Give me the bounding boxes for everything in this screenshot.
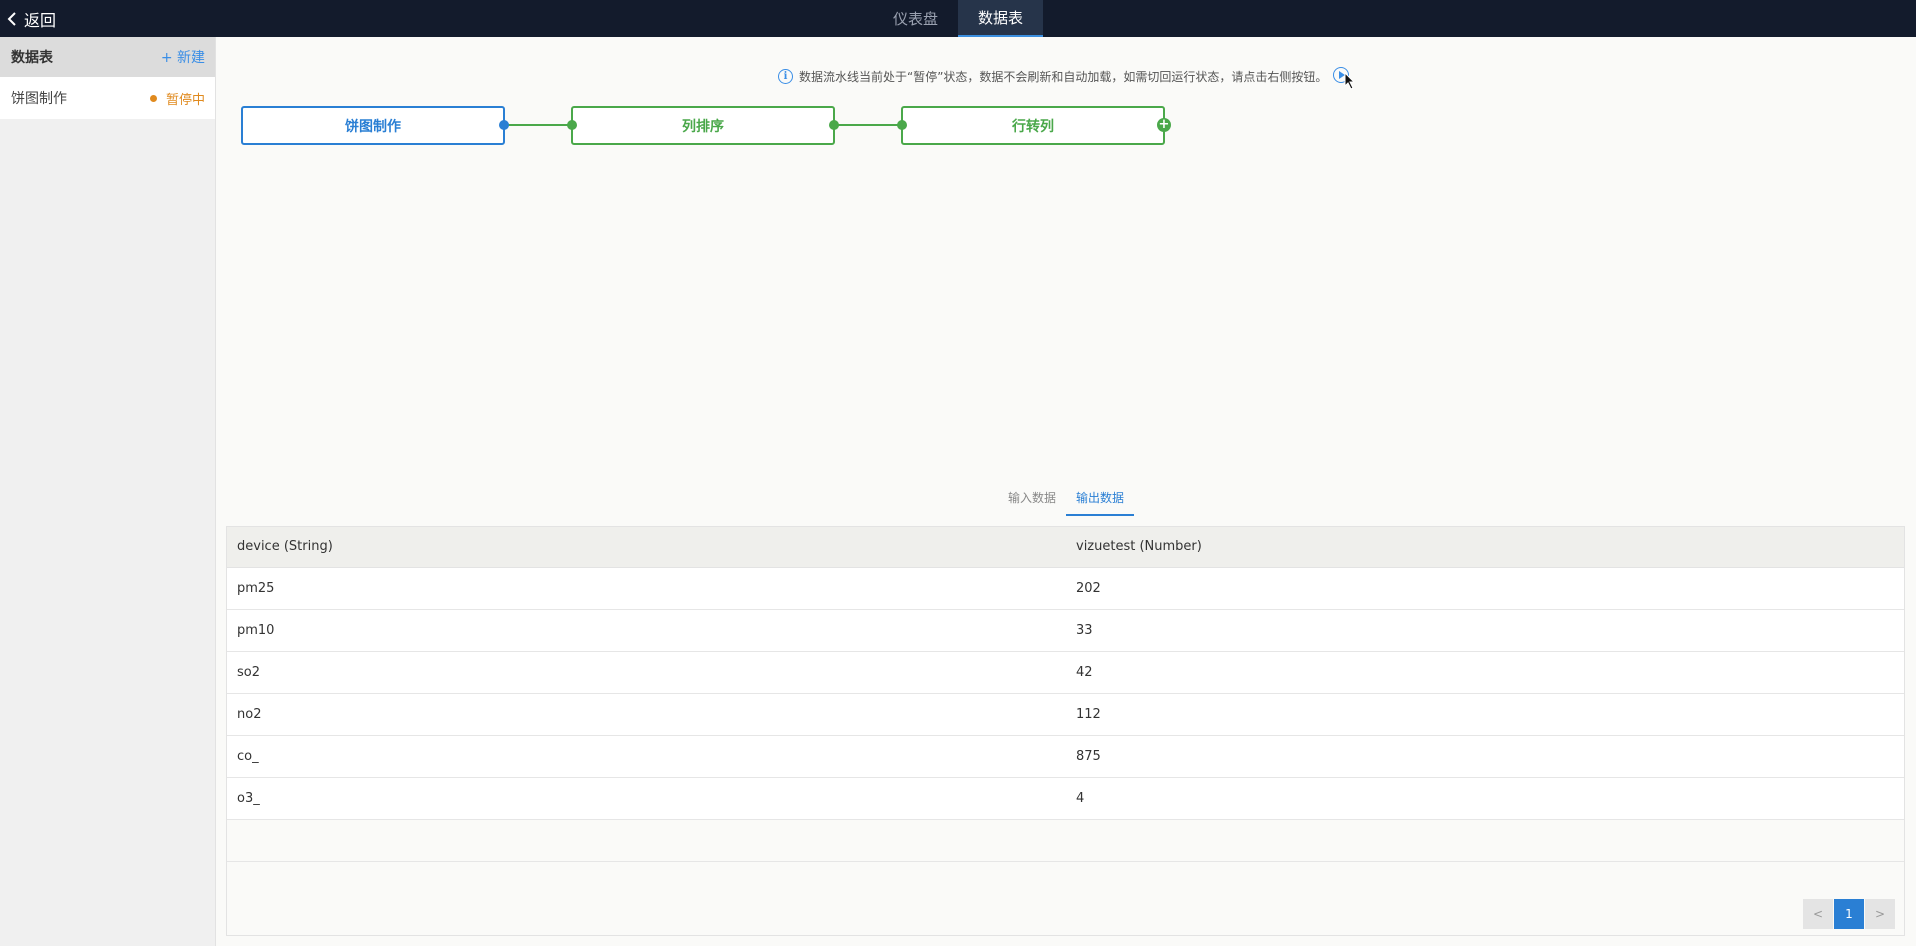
table-cell: 875 <box>1066 735 1904 778</box>
pipeline-node-column-sort[interactable]: 列排序 <box>571 106 835 145</box>
table-cell <box>227 819 1066 862</box>
next-page-button[interactable]: > <box>1865 899 1895 929</box>
table-cell: pm10 <box>227 609 1066 652</box>
new-datasheet-button[interactable]: + 新建 <box>161 47 205 67</box>
info-icon: i <box>778 68 793 84</box>
pipeline-port[interactable] <box>829 120 839 130</box>
table-cell: 202 <box>1066 567 1904 610</box>
top-tabs: 仪表盘 数据表 <box>873 0 1044 37</box>
tab-dashboard[interactable]: 仪表盘 <box>873 0 958 37</box>
mouse-cursor-icon <box>1344 72 1356 90</box>
sidebar: 数据表 + 新建 饼图制作 暂停中 <box>0 37 216 946</box>
pipeline-connector <box>505 124 571 126</box>
table-row: pm25 202 <box>227 567 1904 610</box>
table-cell: so2 <box>227 651 1066 694</box>
chevron-left-icon <box>7 11 16 26</box>
status-label: 暂停中 <box>165 92 205 108</box>
table-cell: 4 <box>1066 777 1904 820</box>
output-data-table: device (String) vizuetest (Number) pm25 … <box>226 526 1905 936</box>
pipeline-port[interactable] <box>897 120 907 130</box>
table-row: pm10 33 <box>227 609 1904 652</box>
table-cell: pm25 <box>227 567 1066 610</box>
tab-input-data[interactable]: 输入数据 <box>998 484 1066 516</box>
table-cell: o3_ <box>227 777 1066 820</box>
paused-notice: i 数据流水线当前处于“暂停”状态，数据不会刷新和自动加载，如需切回运行状态，请… <box>778 65 1327 87</box>
tab-output-data[interactable]: 输出数据 <box>1066 484 1135 516</box>
pagination: < 1 > <box>1803 899 1895 929</box>
sidebar-header: 数据表 + 新建 <box>0 37 215 77</box>
status-dot-icon <box>149 94 157 102</box>
sidebar-title: 数据表 <box>11 50 53 66</box>
table-cell: 33 <box>1066 609 1904 652</box>
add-node-plus-icon[interactable]: + <box>1157 118 1171 132</box>
top-bar: 返回 仪表盘 数据表 <box>0 0 1916 37</box>
data-tabs: 输入数据 输出数据 <box>998 484 1135 516</box>
table-row: no2 112 <box>227 693 1904 736</box>
column-header-device: device (String) <box>227 527 1066 568</box>
pipeline-connector <box>835 124 901 126</box>
sidebar-item-label: 饼图制作 <box>11 91 67 107</box>
tab-datasheet[interactable]: 数据表 <box>958 0 1044 37</box>
back-label: 返回 <box>24 10 57 30</box>
table-cell <box>1066 819 1904 862</box>
table-row-empty <box>227 819 1904 862</box>
page-1-button[interactable]: 1 <box>1834 899 1864 929</box>
column-header-vizuetest: vizuetest (Number) <box>1066 527 1904 568</box>
table-cell: co_ <box>227 735 1066 778</box>
sidebar-item-pie-chart[interactable]: 饼图制作 暂停中 <box>0 77 215 119</box>
table-cell: no2 <box>227 693 1066 736</box>
pipeline-node-row-to-column[interactable]: 行转列 <box>901 106 1165 145</box>
table-header-row: device (String) vizuetest (Number) <box>227 527 1904 568</box>
pipeline-port[interactable] <box>567 120 577 130</box>
table-row: co_ 875 <box>227 735 1904 778</box>
table-row: so2 42 <box>227 651 1904 694</box>
notice-text: 数据流水线当前处于“暂停”状态，数据不会刷新和自动加载，如需切回运行状态，请点击… <box>799 69 1328 84</box>
back-button[interactable]: 返回 <box>6 0 56 37</box>
table-row: o3_ 4 <box>227 777 1904 820</box>
pipeline-node-pie-chart[interactable]: 饼图制作 <box>241 106 505 145</box>
status-badge: 暂停中 <box>149 89 205 108</box>
table-cell: 42 <box>1066 651 1904 694</box>
table-cell: 112 <box>1066 693 1904 736</box>
prev-page-button[interactable]: < <box>1803 899 1833 929</box>
pipeline-port[interactable] <box>499 120 509 130</box>
